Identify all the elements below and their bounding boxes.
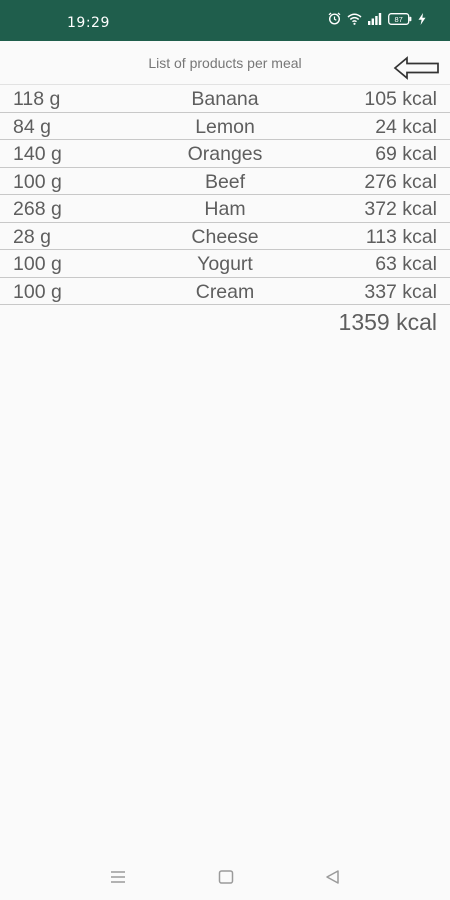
table-row[interactable]: 84 g Lemon 24 kcal <box>0 113 450 140</box>
alarm-icon <box>328 12 341 30</box>
signal-icon <box>368 12 382 30</box>
product-kcal: 69 kcal <box>375 143 437 165</box>
product-kcal: 337 kcal <box>364 280 437 303</box>
product-kcal: 372 kcal <box>364 198 437 220</box>
product-kcal: 63 kcal <box>375 253 437 275</box>
home-icon[interactable] <box>216 868 236 886</box>
products-list: 118 g Banana 105 kcal 84 g Lemon 24 kcal… <box>0 84 450 305</box>
status-bar: 19:29 87 <box>0 0 450 41</box>
total-kcal: 1359 kcal <box>338 309 437 335</box>
table-row[interactable]: 100 g Cream 337 kcal <box>0 278 450 305</box>
navigation-bar <box>0 852 450 900</box>
battery-level: 87 <box>395 15 403 24</box>
table-row[interactable]: 118 g Banana 105 kcal <box>0 84 450 113</box>
header: List of products per meal <box>0 41 450 85</box>
status-icons: 87 <box>328 12 426 30</box>
back-arrow-icon <box>393 56 439 80</box>
table-row[interactable]: 100 g Yogurt 63 kcal <box>0 250 450 278</box>
wifi-icon <box>347 12 362 30</box>
table-row[interactable]: 100 g Beef 276 kcal <box>0 168 450 195</box>
back-icon[interactable] <box>323 868 343 886</box>
table-row[interactable]: 140 g Oranges 69 kcal <box>0 140 450 168</box>
status-time: 19:29 <box>67 15 110 31</box>
back-arrow-button[interactable] <box>392 56 442 80</box>
charging-icon <box>418 12 426 30</box>
product-kcal: 105 kcal <box>364 88 437 110</box>
table-row[interactable]: 268 g Ham 372 kcal <box>0 195 450 223</box>
product-kcal: 24 kcal <box>375 115 437 138</box>
menu-icon[interactable] <box>108 868 128 886</box>
page-title: List of products per meal <box>148 55 302 71</box>
product-kcal: 113 kcal <box>365 225 437 248</box>
table-row[interactable]: 28 g Cheese 113 kcal <box>0 223 450 250</box>
product-kcal: 276 kcal <box>364 170 437 193</box>
battery-icon: 87 <box>388 12 412 30</box>
